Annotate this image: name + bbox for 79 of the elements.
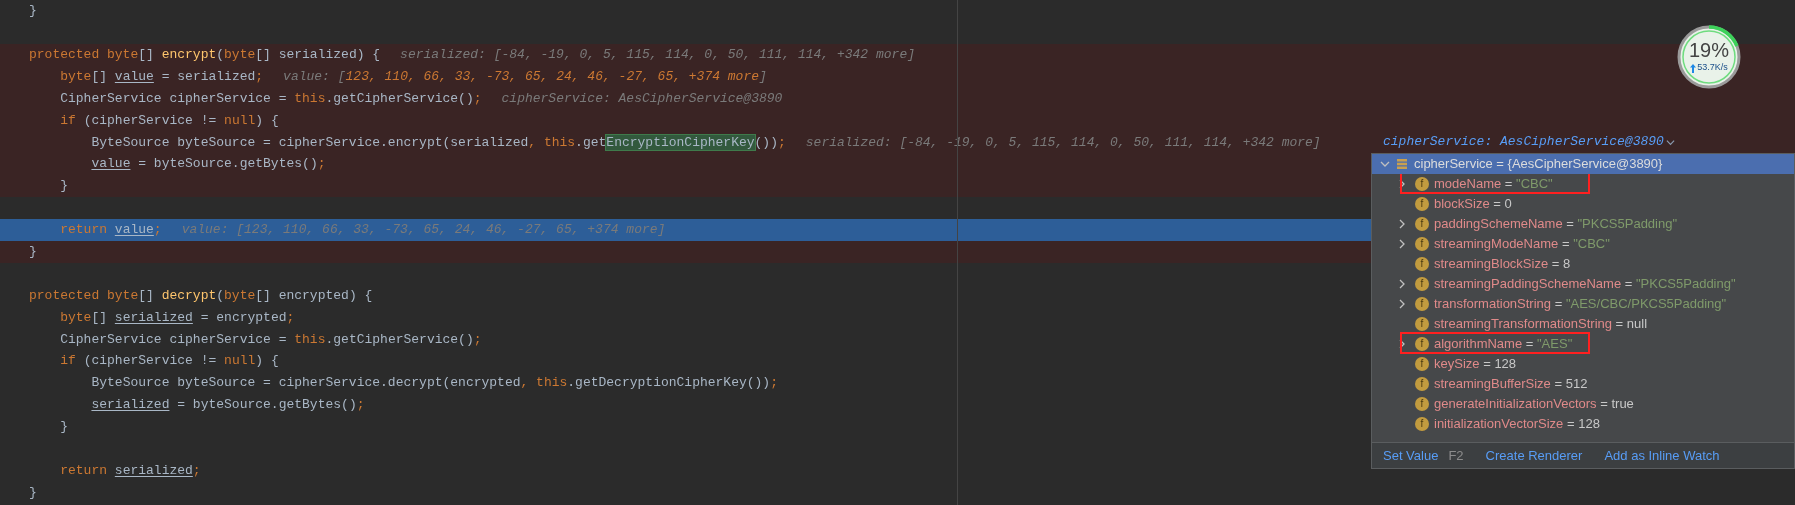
field-icon: f bbox=[1415, 317, 1429, 331]
field-text: streamingBlockSize = 8 bbox=[1434, 255, 1571, 274]
field-text: generateInitializationVectors = true bbox=[1434, 395, 1634, 414]
field-icon: f bbox=[1415, 397, 1429, 411]
inline-value-hint: serialized: [-84, -19, 0, 5, 115, 114, 0, 50, 111, 114, +342 more] bbox=[400, 45, 915, 64]
field-icon: f bbox=[1415, 197, 1429, 211]
field-text: modeName = "CBC" bbox=[1434, 175, 1553, 194]
field-text: blockSize = 0 bbox=[1434, 195, 1512, 214]
expand-chevron-icon[interactable] bbox=[1397, 239, 1407, 249]
field-icon: f bbox=[1415, 417, 1429, 431]
code-line: protected byte[] encrypt(byte[] serialized) { bbox=[29, 45, 381, 64]
field-text: transformationString = "AES/CBC/PKCS5Padding" bbox=[1434, 295, 1727, 314]
field-row[interactable]: f blockSize = 0 bbox=[1372, 194, 1794, 214]
inline-value-hint: value: [123, 110, 66, 33, -73, 65, 24, 46, -27, 65, +374 more] bbox=[283, 67, 767, 86]
field-icon: f bbox=[1415, 297, 1429, 311]
code-line: byte[] value = serialized; bbox=[59, 67, 264, 86]
upload-arrow-icon bbox=[1690, 63, 1697, 73]
expand-chevron-icon[interactable] bbox=[1380, 159, 1390, 169]
field-row[interactable]: f streamingPaddingSchemeName = "PKCS5Padding" bbox=[1372, 274, 1794, 294]
chevron-down-icon[interactable] bbox=[1665, 137, 1675, 147]
field-row[interactable]: f algorithmName = "AES" bbox=[1372, 334, 1794, 354]
expand-chevron-icon[interactable] bbox=[1397, 279, 1407, 289]
field-text: algorithmName = "AES" bbox=[1434, 335, 1573, 354]
code-line: byte[] serialized = encrypted; bbox=[59, 308, 295, 327]
shortcut-label: F2 bbox=[1448, 446, 1464, 465]
field-row[interactable]: f generateInitializationVectors = true bbox=[1372, 394, 1794, 414]
expand-chevron-icon[interactable] bbox=[1397, 219, 1407, 229]
code-line: CipherService cipherService = this.getCipherService(); bbox=[59, 330, 482, 349]
field-text: streamingBufferSize = 512 bbox=[1434, 375, 1588, 394]
field-icon: f bbox=[1415, 357, 1429, 371]
code-line: return serialized; bbox=[59, 461, 201, 480]
code-line: } bbox=[29, 2, 37, 21]
field-row[interactable]: f streamingBlockSize = 8 bbox=[1372, 254, 1794, 274]
inline-value-hint: value: [123, 110, 66, 33, -73, 65, 24, 46, -27, 65, +374 more] bbox=[181, 221, 666, 240]
action-link[interactable]: Add as Inline Watch bbox=[1604, 445, 1720, 466]
cpu-percent: 19% bbox=[1689, 39, 1729, 62]
code-line: ByteSource byteSource = cipherService.decrypt(encrypted, this.getDecryptionCipherKey()); bbox=[90, 374, 778, 393]
expand-chevron-icon[interactable] bbox=[1397, 299, 1407, 309]
inline-value-hint: cipherService: AesCipherService@3890 bbox=[501, 89, 783, 108]
field-icon: f bbox=[1415, 257, 1429, 271]
code-line: value = byteSource.getBytes(); bbox=[90, 155, 326, 174]
field-row[interactable]: f streamingBufferSize = 512 bbox=[1372, 374, 1794, 394]
code-line: return value; bbox=[59, 221, 162, 240]
code-line: CipherService cipherService = this.getCipherService(); bbox=[59, 89, 482, 108]
code-line: serialized = byteSource.getBytes(); bbox=[90, 396, 365, 415]
tree-root-row[interactable]: cipherService = {AesCipherService@3890} bbox=[1372, 154, 1794, 174]
field-text: keySize = 128 bbox=[1434, 355, 1517, 374]
field-text: initializationVectorSize = 128 bbox=[1434, 415, 1600, 434]
code-line: } bbox=[59, 177, 69, 196]
field-row[interactable]: f streamingTransformationString = null bbox=[1372, 314, 1794, 334]
field-text: streamingTransformationString = null bbox=[1434, 315, 1648, 334]
field-row[interactable]: f keySize = 128 bbox=[1372, 354, 1794, 374]
action-link[interactable]: Set Value bbox=[1383, 445, 1439, 466]
field-row[interactable]: f paddingSchemeName = "PKCS5Padding" bbox=[1372, 214, 1794, 234]
field-icon: f bbox=[1415, 217, 1429, 231]
progress-ring bbox=[1675, 23, 1743, 91]
code-line: if (cipherService != null) { bbox=[59, 111, 279, 130]
field-icon: f bbox=[1415, 377, 1429, 391]
code-line: if (cipherService != null) { bbox=[59, 352, 279, 371]
field-text: paddingSchemeName = "PKCS5Padding" bbox=[1434, 215, 1678, 234]
code-line: protected byte[] decrypt(byte[] encrypted) { bbox=[29, 286, 373, 305]
object-icon bbox=[1396, 158, 1408, 170]
field-text: streamingModeName = "CBC" bbox=[1434, 235, 1610, 254]
code-line: ByteSource byteSource = cipherService.encrypt(serialized, this.getEncryptionCipherKey()); bbox=[90, 133, 786, 152]
field-icon: f bbox=[1415, 177, 1429, 191]
action-link[interactable]: Create Renderer bbox=[1485, 445, 1583, 466]
code-line: } bbox=[29, 483, 37, 502]
field-row[interactable]: f modeName = "CBC" bbox=[1372, 174, 1794, 194]
field-row[interactable]: f initializationVectorSize = 128 bbox=[1372, 414, 1794, 434]
field-icon: f bbox=[1415, 237, 1429, 251]
popup-title[interactable]: cipherService: AesCipherService@3890 bbox=[1383, 131, 1664, 154]
field-row[interactable]: f transformationString = "AES/CBC/PKCS5Padding" bbox=[1372, 294, 1794, 314]
field-text: streamingPaddingSchemeName = "PKCS5Padding" bbox=[1434, 275, 1736, 294]
code-line: } bbox=[59, 418, 69, 437]
field-row[interactable]: f streamingModeName = "CBC" bbox=[1372, 234, 1794, 254]
code-line: } bbox=[29, 243, 37, 261]
network-speed: 53.7K/s bbox=[1697, 61, 1728, 75]
field-icon: f bbox=[1415, 337, 1429, 351]
field-icon: f bbox=[1415, 277, 1429, 291]
